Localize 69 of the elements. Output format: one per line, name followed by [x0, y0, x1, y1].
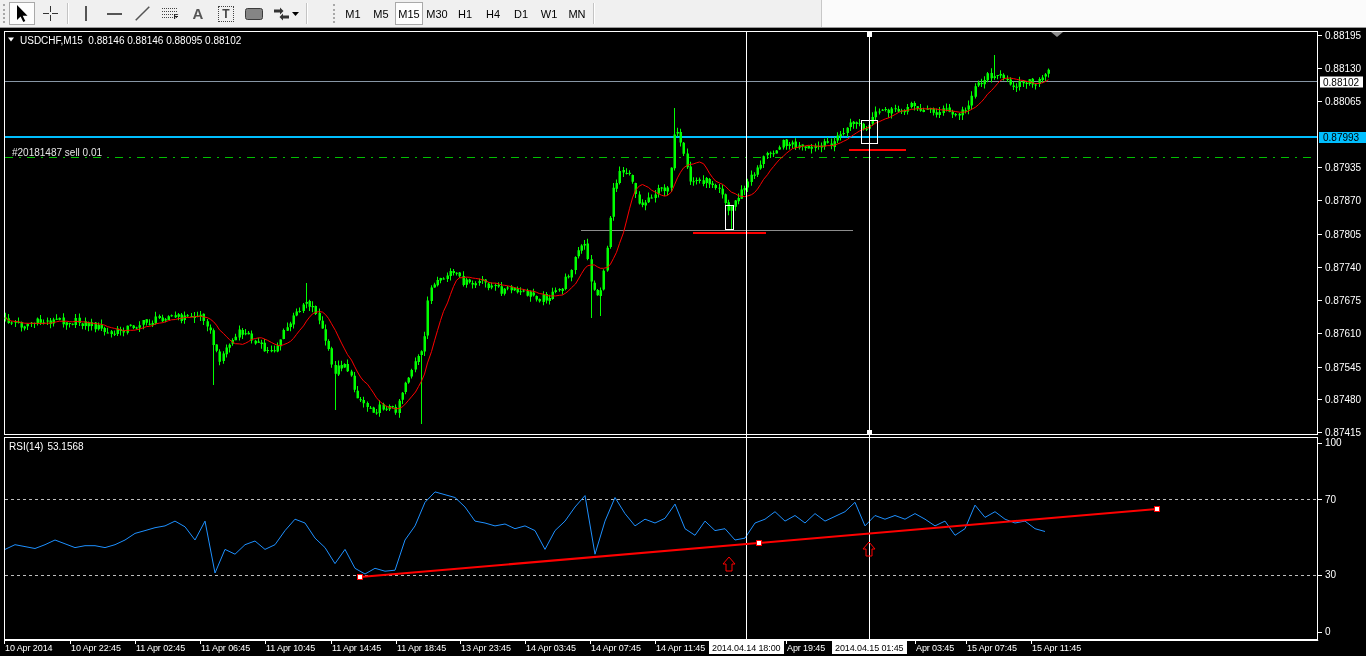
- time-label: 11 Apr 06:45: [201, 643, 251, 653]
- time-label: 13 Apr 23:45: [461, 643, 511, 653]
- time-marker-label: 2014.04.14 18:00: [709, 641, 784, 654]
- cursor-tool-button[interactable]: [9, 2, 35, 25]
- grip-handle[interactable]: [3, 4, 6, 23]
- time-label: 14 Apr 11:45: [656, 643, 706, 653]
- price-label: 0.88195: [1325, 29, 1362, 41]
- rsi-axis-label: 0: [1325, 626, 1331, 638]
- price-label: 0.87805: [1325, 228, 1362, 240]
- price-label: 0.87480: [1325, 393, 1362, 405]
- timeframe-button[interactable]: M30: [423, 2, 451, 25]
- rsi-axis-label: 30: [1325, 569, 1337, 581]
- grip-handle[interactable]: [333, 4, 336, 23]
- time-label: Apr 19:45: [787, 643, 826, 653]
- time-label: 15 Apr 07:45: [967, 643, 1017, 653]
- time-label: 14 Apr 03:45: [526, 643, 576, 653]
- indicator-name: RSI(14): [9, 440, 44, 452]
- diagonal-line-icon: [134, 6, 150, 21]
- time-label: 10 Apr 22:45: [71, 643, 121, 653]
- time-label: 11 Apr 18:45: [397, 643, 447, 653]
- time-label: Apr 03:45: [916, 643, 955, 653]
- time-label: 11 Apr 10:45: [266, 643, 316, 653]
- up-arrow-icon: [862, 541, 876, 557]
- time-label: 11 Apr 02:45: [136, 643, 186, 653]
- timeframe-button[interactable]: H1: [451, 2, 479, 25]
- cursor-icon: [16, 5, 28, 22]
- rsi-axis-label: 100: [1325, 437, 1342, 449]
- dotted-lines-icon: [161, 8, 177, 19]
- bid-price-label: 0.88102: [1320, 76, 1363, 88]
- timeframe-button[interactable]: H4: [479, 2, 507, 25]
- time-label: 10 Apr 2014: [5, 643, 53, 653]
- price-label: 0.88065: [1325, 95, 1362, 107]
- vertical-line-icon: [85, 6, 87, 21]
- order-label: #20181487 sell 0.01: [12, 146, 103, 158]
- text-label-tool-button[interactable]: T: [212, 2, 240, 25]
- highlight-rectangle: [725, 205, 734, 230]
- price-label: 0.87870: [1325, 194, 1362, 206]
- time-label: 14 Apr 07:45: [591, 643, 641, 653]
- fibonacci-tool-button[interactable]: F: [156, 2, 184, 25]
- price-label: 0.87610: [1325, 327, 1362, 339]
- price-label: 0.87545: [1325, 361, 1362, 373]
- highlight-rectangle: [861, 120, 878, 144]
- triangle-icon: [1051, 32, 1063, 37]
- timeframe-button[interactable]: D1: [507, 2, 535, 25]
- crosshair-icon: [42, 6, 58, 21]
- up-arrow-icon: [722, 556, 736, 572]
- time-label: 11 Apr 14:45: [332, 643, 382, 653]
- price-label: 0.88130: [1325, 62, 1362, 74]
- timeframe-button[interactable]: M5: [367, 2, 395, 25]
- indicator-value: 53.1568: [47, 440, 84, 452]
- timeframe-button[interactable]: MN: [563, 2, 591, 25]
- chart-title: USDCHF,M15 0.88146 0.88146 0.88095 0.88102: [20, 34, 242, 46]
- horizontal-line-icon: [106, 12, 122, 15]
- line-price-label: 0.87993: [1319, 132, 1366, 143]
- arrows-icon: [273, 6, 289, 21]
- rsi-axis-label: 70: [1325, 493, 1337, 505]
- price-label: 0.87935: [1325, 161, 1362, 173]
- price-label: 0.87740: [1325, 261, 1362, 273]
- caret-icon: [291, 11, 299, 16]
- text-tool-button[interactable]: A: [184, 2, 212, 25]
- price-label: 0.87415: [1325, 426, 1362, 437]
- timeframe-button[interactable]: M1: [339, 2, 367, 25]
- timeframe-button[interactable]: M15: [395, 2, 423, 25]
- time-label: 15 Apr 11:45: [1032, 643, 1082, 653]
- price-label: 0.87675: [1325, 294, 1362, 306]
- timeframe-button[interactable]: W1: [535, 2, 563, 25]
- time-marker-label: 2014.04.15 01:45: [832, 641, 907, 654]
- rectangle-icon: [245, 7, 263, 20]
- caret-icon: [8, 37, 14, 42]
